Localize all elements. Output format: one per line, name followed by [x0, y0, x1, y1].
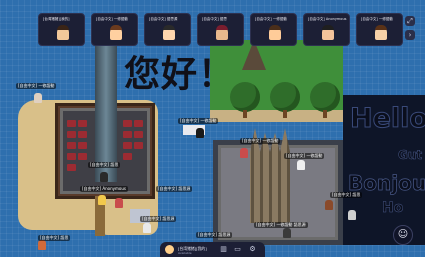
seat	[78, 120, 87, 127]
greeting-ho: Ho	[382, 200, 404, 217]
participant-name: [自由中文] 一修語動	[361, 17, 393, 21]
tree	[270, 82, 300, 112]
avatar[interactable]	[34, 93, 42, 103]
player-name-tag: [自由中文] 語思源	[156, 186, 193, 192]
participant-name: [自由中文] 一修語動	[96, 17, 128, 21]
participant-name: [自由中文] Anonymous	[308, 17, 347, 21]
participant-hair	[163, 25, 175, 30]
participant-tile[interactable]: [自由中文] Anonymous	[303, 13, 350, 46]
self-avatar[interactable]	[165, 245, 174, 254]
seat	[123, 142, 132, 149]
avatar[interactable]	[100, 172, 108, 182]
self-status: Available	[178, 251, 192, 255]
tree	[230, 82, 260, 112]
avatar[interactable]	[196, 128, 204, 138]
seat	[134, 131, 143, 138]
participant-name: [自由中文] 一修語動	[255, 17, 287, 21]
seat	[78, 131, 87, 138]
participant-tile[interactable]: [自由中文] 一修語動	[250, 13, 297, 46]
player-name-tag: [自由中文] 一修語動 語思源	[254, 222, 308, 228]
participant-name: [台湾猪猪][我的]	[43, 17, 70, 21]
participant-hair	[216, 25, 228, 30]
avatar[interactable]	[297, 160, 305, 170]
seat	[123, 120, 132, 127]
avatar[interactable]	[348, 210, 356, 220]
player-name-tag: [自由中文] Anonymous	[80, 186, 128, 192]
bottom-control-bar: [台湾猪猪][我的] Available ▥ ▭ ⚙	[160, 242, 265, 257]
participant-tile[interactable]: [台湾猪猪][我的]	[38, 13, 85, 46]
avatar[interactable]	[38, 240, 46, 250]
seat	[123, 153, 132, 160]
seat	[78, 142, 87, 149]
seat	[134, 142, 143, 149]
avatar[interactable]	[143, 223, 151, 233]
avatar[interactable]	[115, 198, 123, 208]
player-name-tag: [自由中文] 語思	[38, 235, 71, 241]
seat	[78, 153, 87, 160]
map-icon[interactable]: ▥	[219, 245, 228, 254]
player-name-tag: [自由中文] 一修語動	[178, 118, 219, 124]
participant-hair	[110, 25, 122, 30]
player-name-tag: [自由中文] 一修語動	[240, 138, 281, 144]
avatar[interactable]	[283, 228, 291, 238]
chevron-right-icon[interactable]: ›	[405, 30, 415, 40]
screen-share-icon[interactable]: ▭	[233, 245, 242, 254]
participant-hair	[57, 25, 69, 30]
player-name-tag: [自由中文] 語思	[330, 192, 363, 198]
seat	[123, 131, 132, 138]
seat	[67, 142, 76, 149]
avatar[interactable]	[240, 148, 248, 158]
participant-tile[interactable]: [自由中文] 一修語動	[356, 13, 403, 46]
seat	[67, 153, 76, 160]
participant-tile[interactable]: [自由中文] 一修語動	[91, 13, 138, 46]
tree-trunk	[243, 110, 247, 118]
tree-trunk	[283, 110, 287, 118]
participant-name: [自由中文] 語思源	[149, 17, 178, 21]
participant-hair	[269, 25, 281, 30]
participant-tile[interactable]: [自由中文] 語思	[197, 13, 244, 46]
tree	[310, 82, 340, 112]
participant-bar: [台湾猪猪][我的] [自由中文] 一修語動 [自由中文] 語思源 [自由中文]…	[38, 13, 403, 46]
participant-hair	[375, 25, 387, 30]
greeting-gut: Gut	[398, 148, 423, 163]
participant-tile[interactable]: [自由中文] 語思源	[144, 13, 191, 46]
player-name-tag: [自由中文] 語思源	[196, 232, 233, 238]
avatar[interactable]	[325, 200, 333, 210]
player-name-tag: [自由中文] 語思源	[140, 216, 177, 222]
seat	[67, 164, 76, 171]
seat	[67, 131, 76, 138]
smile-icon[interactable]: ☺	[393, 225, 413, 245]
avatar[interactable]	[98, 195, 106, 205]
participant-hair	[322, 25, 334, 30]
player-name-tag: [自由中文] 一修語動	[16, 83, 57, 89]
player-name-tag: [自由中文] 一修語動	[284, 153, 325, 159]
tree-trunk	[323, 110, 327, 118]
seat	[67, 120, 76, 127]
participant-name: [自由中文] 語思	[202, 17, 227, 21]
skyscraper-tower	[95, 42, 117, 182]
expand-icon[interactable]: ⤢	[405, 16, 415, 26]
seat	[134, 120, 143, 127]
greeting-bonjour: Bonjour	[348, 171, 425, 195]
settings-icon[interactable]: ⚙	[248, 245, 257, 254]
player-name-tag: [自由中文] 語思	[88, 162, 121, 168]
